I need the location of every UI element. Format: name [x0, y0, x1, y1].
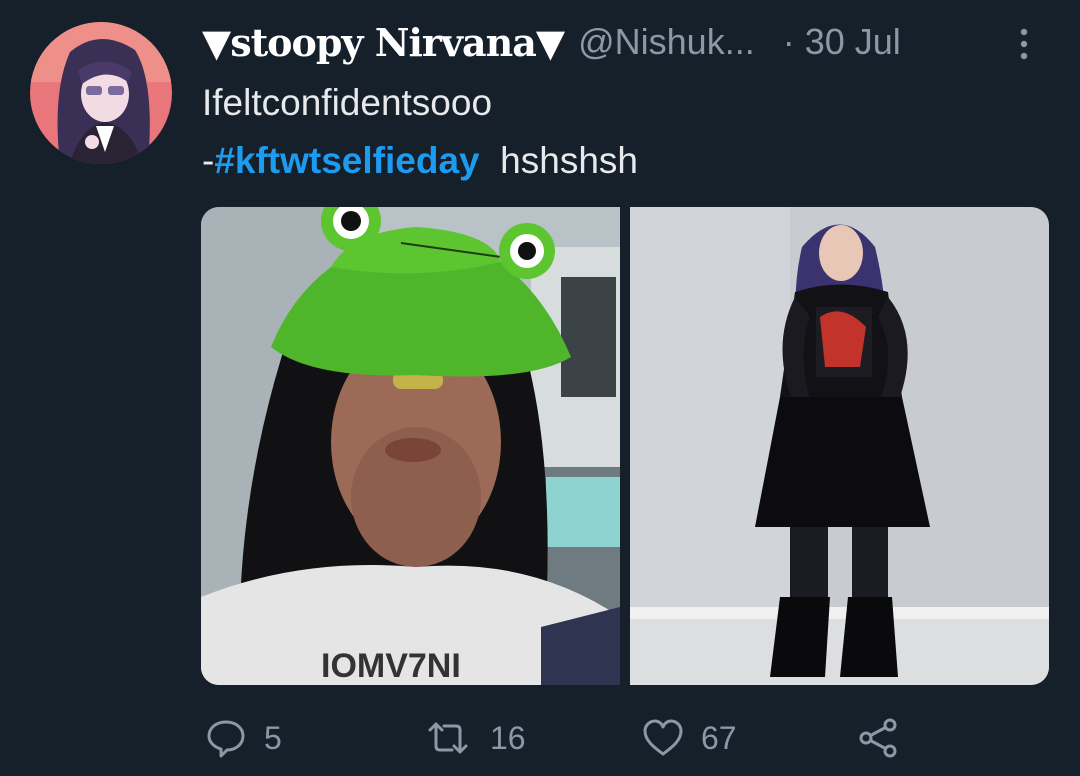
- hashtag-link[interactable]: #kftwtselfieday: [214, 140, 479, 181]
- heart-icon: [643, 719, 683, 756]
- media-photo-right[interactable]: [630, 207, 1049, 685]
- display-name[interactable]: ▼stoopy Nirvana▼: [202, 20, 565, 65]
- action-bar: 5 16 67: [0, 708, 1080, 768]
- avatar[interactable]: [30, 22, 172, 164]
- reply-count: 5: [264, 719, 282, 756]
- tweet[interactable]: ▼stoopy Nirvana▼ @Nishuk... · 30 Jul Ife…: [0, 0, 1080, 776]
- user-handle[interactable]: @Nishuk...: [578, 21, 755, 63]
- text-suffix: hshshsh: [500, 140, 638, 181]
- selfie-photo: IOMV7NI: [201, 207, 620, 685]
- tweet-date[interactable]: 30 Jul: [805, 21, 901, 63]
- like-button[interactable]: 67: [641, 708, 737, 768]
- reply-icon: [207, 720, 245, 758]
- retweet-count: 16: [490, 719, 526, 756]
- avatar-image: [30, 22, 172, 164]
- tweet-text-line2: -#kftwtselfieday hshshsh: [202, 140, 638, 182]
- retweet-button[interactable]: 16: [422, 708, 526, 768]
- svg-text:IOMV7NI: IOMV7NI: [321, 647, 461, 685]
- more-vertical-icon[interactable]: [1010, 24, 1038, 64]
- separator-dot: ·: [782, 21, 795, 62]
- tweet-text-line1: Ifeltconfidentsooo: [202, 82, 493, 123]
- text-prefix: -: [202, 140, 215, 181]
- text-spacer: [480, 140, 501, 181]
- retweet-icon: [428, 722, 468, 754]
- media-photo-left[interactable]: IOMV7NI: [201, 207, 620, 685]
- reply-button[interactable]: 5: [204, 708, 282, 768]
- tweet-header: ▼stoopy Nirvana▼ @Nishuk... · 30 Jul: [202, 14, 901, 70]
- share-icon: [859, 718, 897, 758]
- outfit-photo: [630, 207, 1049, 685]
- like-count: 67: [701, 719, 737, 756]
- share-button[interactable]: [856, 708, 900, 768]
